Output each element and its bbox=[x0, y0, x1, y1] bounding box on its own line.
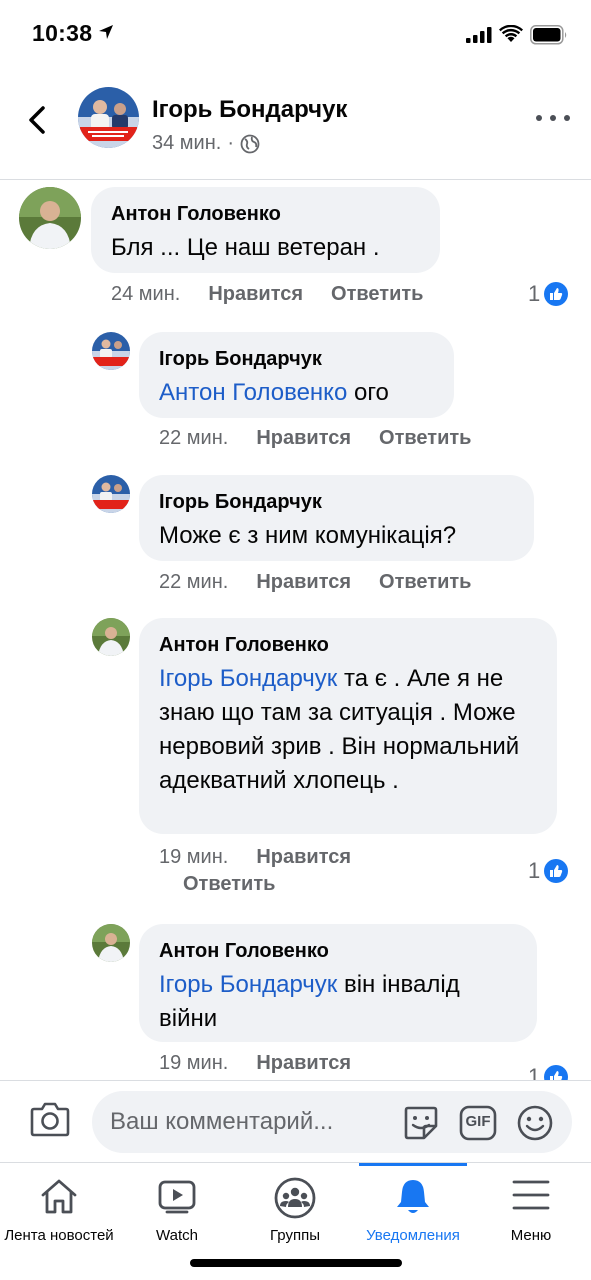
comment-time[interactable]: 24 мин. bbox=[111, 283, 180, 306]
home-indicator[interactable] bbox=[190, 1259, 402, 1267]
comment-time[interactable]: 22 мин. bbox=[159, 571, 228, 594]
reply-button[interactable]: Ответить bbox=[379, 571, 471, 594]
comment-author[interactable]: Антон Головенко bbox=[111, 201, 420, 227]
emoji-icon bbox=[517, 1105, 553, 1141]
commenter-avatar[interactable] bbox=[92, 618, 130, 656]
like-button[interactable]: Нравится bbox=[256, 427, 351, 450]
reply-button[interactable]: Ответить bbox=[183, 873, 275, 896]
location-arrow-icon bbox=[98, 24, 114, 45]
back-button[interactable] bbox=[22, 100, 52, 140]
commenter-avatar[interactable] bbox=[92, 332, 130, 370]
comment-bubble: Антон Головенко Ігорь Бондарчук він інва… bbox=[139, 924, 537, 1042]
comment-bubble: Ігорь Бондарчук Може є з ним комунікація… bbox=[139, 475, 534, 561]
reaction-count-number: 1 bbox=[528, 858, 541, 883]
commenter-avatar[interactable] bbox=[92, 924, 130, 962]
commenter-avatar[interactable] bbox=[19, 187, 81, 249]
comment-actions: 22 мин. Нравится Ответить bbox=[159, 427, 471, 450]
like-button[interactable]: Нравится bbox=[208, 283, 303, 306]
mention-link[interactable]: Ігорь Бондарчук bbox=[159, 665, 337, 692]
comment-bubble: Ігорь Бондарчук Антон Головенко ого bbox=[139, 332, 454, 418]
comment-body: ого bbox=[347, 379, 389, 406]
camera-icon bbox=[30, 1102, 70, 1137]
sticker-icon bbox=[404, 1106, 438, 1140]
comment-time[interactable]: 22 мин. bbox=[159, 427, 228, 450]
comment-bubble: Антон Головенко Ігорь Бондарчук та є . А… bbox=[139, 618, 557, 834]
comment-actions: 22 мин. Нравится Ответить bbox=[159, 571, 471, 594]
tab-menu[interactable]: Меню bbox=[472, 1163, 590, 1247]
reaction-count[interactable]: 1 bbox=[528, 858, 569, 884]
author-avatar[interactable] bbox=[78, 87, 139, 148]
more-dots-icon bbox=[536, 115, 542, 121]
sticker-button[interactable] bbox=[402, 1104, 440, 1147]
reaction-count-number: 1 bbox=[528, 281, 541, 306]
gif-button[interactable]: GIF bbox=[459, 1105, 497, 1146]
post-author-name[interactable]: Ігорь Бондарчук bbox=[152, 96, 347, 124]
reaction-count[interactable]: 1 bbox=[528, 281, 569, 307]
comment-input[interactable]: Ваш комментарий... GIF bbox=[92, 1091, 572, 1153]
reply-button[interactable]: Ответить bbox=[331, 283, 423, 306]
like-button[interactable]: Нравится bbox=[256, 1052, 351, 1075]
post-header: Ігорь Бондарчук 34 мин. · bbox=[0, 70, 591, 180]
thumbs-up-icon bbox=[544, 282, 569, 306]
camera-button[interactable] bbox=[30, 1101, 70, 1142]
comment-author[interactable]: Ігорь Бондарчук bbox=[159, 346, 434, 372]
like-button[interactable]: Нравится bbox=[256, 846, 351, 869]
tab-news-feed[interactable]: Лента новостей bbox=[0, 1163, 118, 1247]
comment-actions: 19 мин. Нравится Ответить bbox=[159, 846, 419, 896]
chevron-left-icon bbox=[29, 106, 45, 134]
comment-author[interactable]: Антон Головенко bbox=[159, 632, 537, 658]
tab-watch[interactable]: Watch bbox=[118, 1163, 236, 1247]
comment-text: Бля ... Це наш ветеран . bbox=[111, 234, 380, 261]
mention-link[interactable]: Антон Головенко bbox=[159, 379, 347, 406]
comment-actions: 24 мин. Нравится Ответить bbox=[111, 283, 423, 306]
comment-bubble: Антон Головенко Бля ... Це наш ветеран . bbox=[91, 187, 440, 273]
comment-text: Може є з ним комунікація? bbox=[159, 522, 457, 549]
bell-icon bbox=[354, 1177, 472, 1217]
status-time: 10:38 bbox=[32, 20, 93, 46]
comment-composer: Ваш комментарий... GIF bbox=[0, 1080, 591, 1162]
thumbs-up-icon bbox=[544, 859, 569, 883]
groups-icon bbox=[236, 1177, 354, 1219]
wifi-icon bbox=[499, 24, 523, 48]
comment-text: Ігорь Бондарчук та є . Але я не знаю що … bbox=[159, 662, 537, 798]
battery-icon bbox=[530, 25, 568, 50]
more-options-button[interactable] bbox=[536, 106, 570, 130]
mention-link[interactable]: Ігорь Бондарчук bbox=[159, 971, 337, 998]
gif-label: GIF bbox=[465, 1113, 491, 1130]
cellular-signal-icon bbox=[466, 27, 492, 48]
reply-button[interactable]: Ответить bbox=[379, 427, 471, 450]
comment-input-placeholder: Ваш комментарий... bbox=[110, 1108, 334, 1135]
comment-text: Антон Головенко ого bbox=[159, 376, 434, 410]
emoji-button[interactable] bbox=[516, 1104, 554, 1147]
like-button[interactable]: Нравится bbox=[256, 571, 351, 594]
comment-text: Ігорь Бондарчук він інвалід війни bbox=[159, 968, 517, 1036]
comment-author[interactable]: Антон Головенко bbox=[159, 938, 517, 964]
comment-time[interactable]: 19 мин. bbox=[159, 1052, 228, 1075]
comment-actions: 19 мин. Нравится bbox=[159, 1052, 351, 1075]
post-meta: 34 мин. · bbox=[152, 132, 260, 155]
tab-groups[interactable]: Группы bbox=[236, 1163, 354, 1247]
globe-icon bbox=[240, 134, 260, 153]
status-bar: 10:38 bbox=[0, 0, 591, 70]
meta-separator: · bbox=[227, 132, 234, 154]
comment-time[interactable]: 19 мин. bbox=[159, 846, 228, 869]
commenter-avatar[interactable] bbox=[92, 475, 130, 513]
menu-icon bbox=[472, 1177, 590, 1213]
comment-author[interactable]: Ігорь Бондарчук bbox=[159, 489, 514, 515]
home-icon bbox=[0, 1177, 118, 1215]
watch-video-icon bbox=[118, 1177, 236, 1215]
tab-notifications[interactable]: Уведомления bbox=[354, 1163, 472, 1247]
post-time[interactable]: 34 мин. bbox=[152, 132, 221, 155]
tab-label: Меню bbox=[510, 1227, 552, 1244]
